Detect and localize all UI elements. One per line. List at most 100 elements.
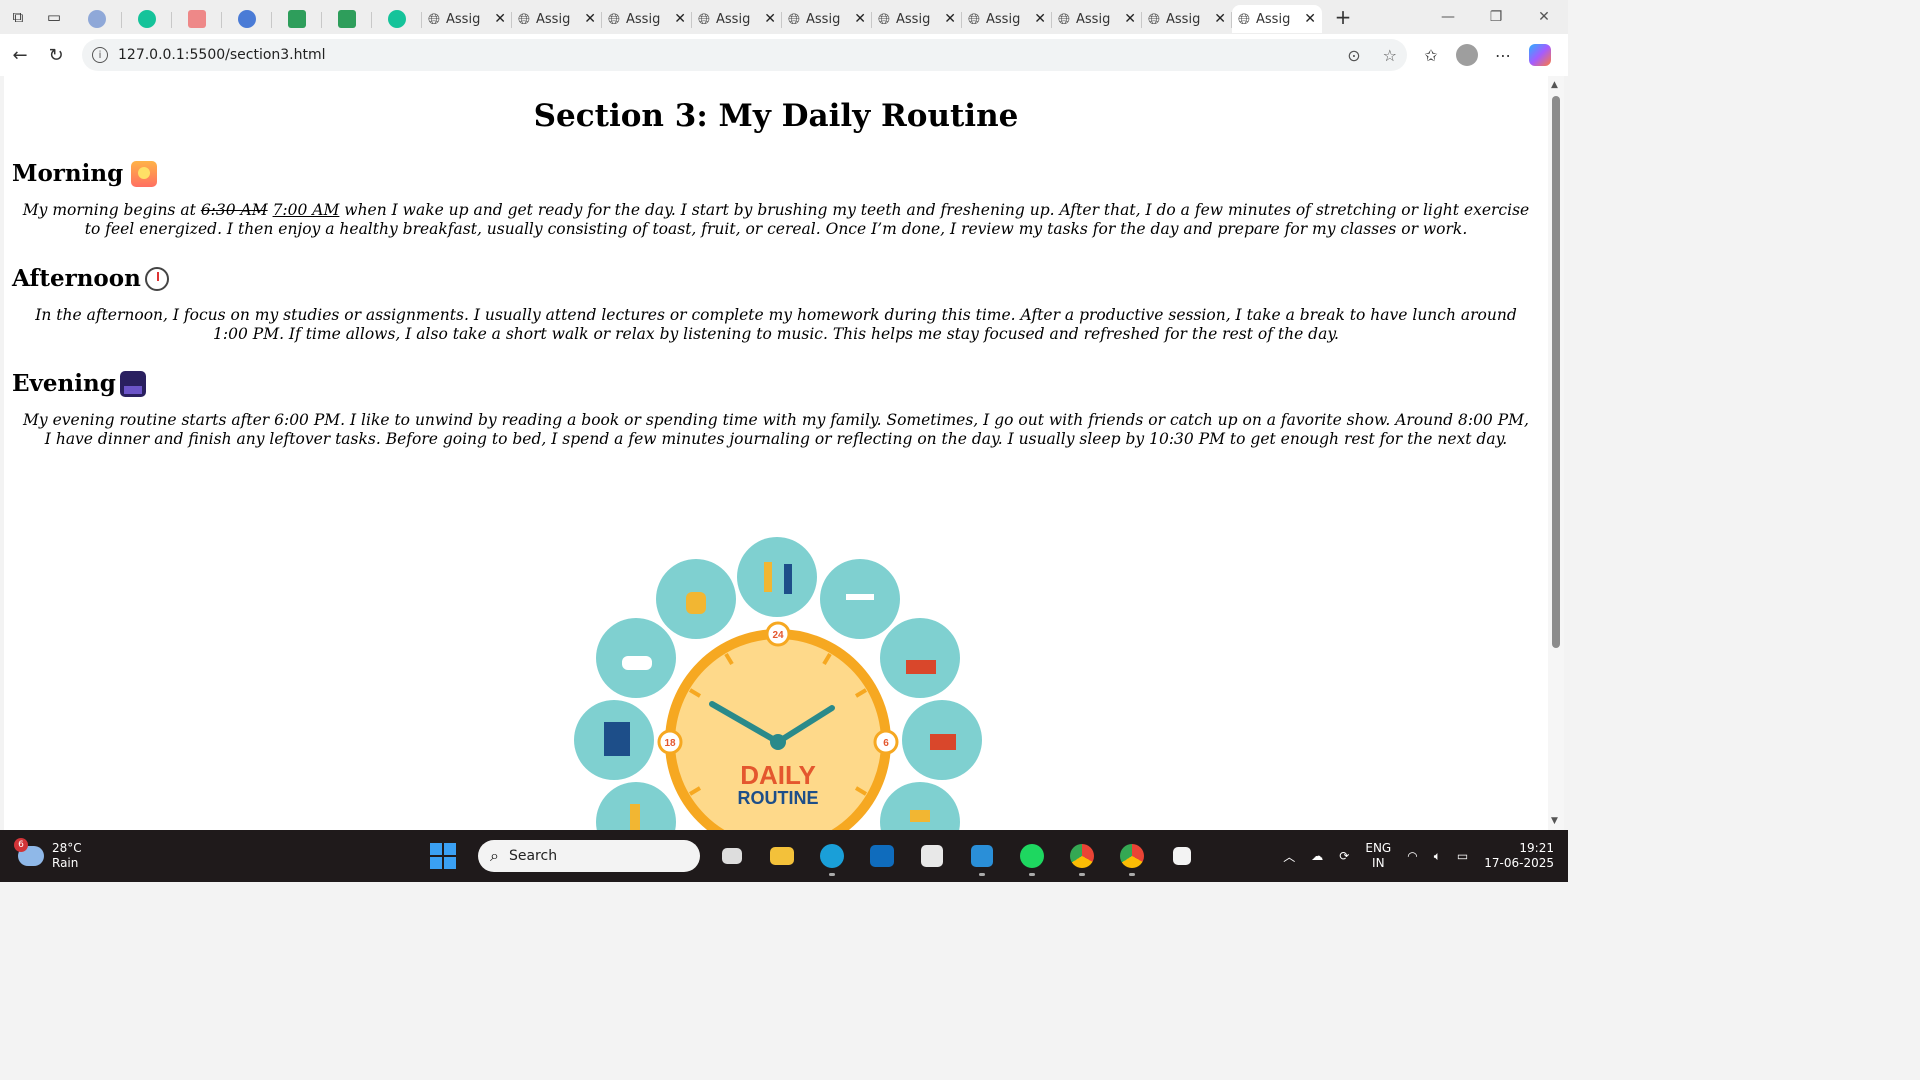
battery-icon[interactable]: ▭	[1457, 849, 1468, 863]
taskbar-search[interactable]: ⌕ Search	[478, 840, 700, 872]
clock-icon	[144, 266, 169, 291]
tab-assignment-9[interactable]: 🌐︎ Assig ✕	[1142, 5, 1232, 33]
scrollbar-thumb[interactable]	[1552, 96, 1560, 648]
pinned-tab-1[interactable]	[72, 5, 122, 33]
tab-assignment-7[interactable]: 🌐︎ Assig ✕	[962, 5, 1052, 33]
mark-6-label: 6	[883, 738, 889, 749]
tab-assignment-2[interactable]: 🌐︎ Assig ✕	[512, 5, 602, 33]
vscode-icon[interactable]	[964, 838, 1000, 876]
edge-icon[interactable]	[814, 838, 850, 876]
page-scrollbar[interactable]: ▲ ▼	[1548, 76, 1564, 830]
new-tab-button[interactable]: +	[1326, 3, 1360, 31]
search-icon: ⌕	[490, 846, 499, 865]
browser-toolbar: ← ↻ i 127.0.0.1:5500/section3.html ⊙ ☆ ✩…	[0, 34, 1568, 76]
tab-assignment-4[interactable]: 🌐︎ Assig ✕	[692, 5, 782, 33]
tab-assignment-6[interactable]: 🌐︎ Assig ✕	[872, 5, 962, 33]
outlook-icon[interactable]	[864, 838, 900, 874]
close-tab-icon[interactable]: ✕	[494, 11, 506, 27]
chrome-profile-icon[interactable]	[1114, 838, 1150, 876]
scroll-down-icon[interactable]: ▼	[1551, 816, 1558, 826]
globe-icon: 🌐︎	[1148, 10, 1161, 28]
reload-icon[interactable]: ↻	[38, 37, 74, 73]
globe-icon: 🌐︎	[1238, 10, 1251, 28]
chrome-icon[interactable]	[1064, 838, 1100, 876]
globe-icon: 🌐︎	[788, 10, 801, 28]
workspaces-icon[interactable]: ⧉	[0, 0, 36, 34]
evening-heading: Evening	[12, 370, 1548, 397]
pinned-tab-4[interactable]	[222, 5, 272, 33]
tab-assignment-3[interactable]: 🌐︎ Assig ✕	[602, 5, 692, 33]
pinned-tab-3[interactable]	[172, 5, 222, 33]
close-tab-icon[interactable]: ✕	[1124, 11, 1136, 27]
volume-icon[interactable]: 🔈︎	[1434, 849, 1441, 864]
favorites-icon[interactable]: ✩	[1413, 37, 1449, 73]
tab-assignment-8[interactable]: 🌐︎ Assig ✕	[1052, 5, 1142, 33]
sync-icon[interactable]: ⟳	[1339, 849, 1349, 863]
weather-desc: Rain	[52, 856, 79, 870]
close-tab-icon[interactable]: ✕	[764, 11, 776, 27]
spotify-icon[interactable]	[1014, 838, 1050, 876]
morning-heading-text: Morning	[12, 160, 124, 187]
tab-assignment-5[interactable]: 🌐︎ Assig ✕	[782, 5, 872, 33]
tray-overflow-icon[interactable]: ︿	[1283, 848, 1295, 865]
back-icon[interactable]: ←	[2, 37, 38, 73]
favorite-star-icon[interactable]: ☆	[1383, 46, 1397, 65]
page-viewport: Section 3: My Daily Routine Morning My m…	[4, 76, 1548, 830]
tab-label: Assig	[1076, 11, 1111, 27]
pinned-tab-2[interactable]	[122, 5, 172, 33]
close-tab-icon[interactable]: ✕	[1034, 11, 1046, 27]
clock-time: 19:21	[1519, 841, 1554, 855]
wifi-icon[interactable]: ◠	[1407, 849, 1417, 863]
store-icon[interactable]	[914, 838, 950, 874]
profile-avatar[interactable]	[1456, 44, 1478, 66]
evening-paragraph: My evening routine starts after 6:00 PM.…	[23, 411, 1529, 448]
pinned-tab-6[interactable]	[322, 5, 372, 33]
tab-assignment-1[interactable]: 🌐︎ Assig ✕	[422, 5, 512, 33]
pinned-tab-5[interactable]	[272, 5, 322, 33]
clock-center	[770, 734, 786, 750]
close-tab-icon[interactable]: ✕	[674, 11, 686, 27]
classroom-icon	[288, 10, 306, 28]
grammarly-icon	[388, 10, 406, 28]
clock-mark-24: 24	[765, 621, 791, 647]
weather-widget[interactable]: 6 28°C Rain	[14, 838, 218, 871]
address-bar[interactable]: i 127.0.0.1:5500/section3.html ⊙ ☆	[82, 39, 1407, 71]
window-controls: — ❐ ✕	[1424, 0, 1568, 34]
new-wake-time: 7:00 AM	[272, 201, 340, 219]
afternoon-paragraph: In the afternoon, I focus on my studies …	[35, 306, 1517, 343]
copilot-icon[interactable]	[1529, 44, 1551, 66]
close-tab-icon[interactable]: ✕	[944, 11, 956, 27]
more-menu-icon[interactable]: ⋯	[1485, 37, 1521, 73]
close-tab-icon[interactable]: ✕	[1214, 11, 1226, 27]
tab-actions-icon[interactable]: ▭	[36, 0, 72, 34]
close-tab-icon[interactable]: ✕	[1304, 11, 1316, 27]
file-explorer-icon[interactable]	[764, 838, 800, 874]
daily-routine-illustration: 24 6 18 DAILY ROUTINE	[574, 537, 982, 830]
close-tab-icon[interactable]: ✕	[584, 11, 596, 27]
globe-icon: 🌐︎	[878, 10, 891, 28]
url-text[interactable]: 127.0.0.1:5500/section3.html	[118, 47, 1325, 63]
tab-label: Assig	[896, 11, 931, 27]
task-view-icon[interactable]	[714, 838, 750, 874]
scroll-up-icon[interactable]: ▲	[1551, 80, 1558, 90]
taskbar-clock[interactable]: 19:21 17-06-2025	[1484, 841, 1554, 871]
restore-icon[interactable]: ❐	[1472, 0, 1520, 34]
afternoon-heading: Afternoon	[12, 265, 1548, 292]
close-tab-icon[interactable]: ✕	[854, 11, 866, 27]
tab-label: Assig	[716, 11, 751, 27]
input-language[interactable]: ENG IN	[1365, 841, 1391, 871]
snipping-tool-icon[interactable]	[1164, 838, 1200, 874]
morning-heading: Morning	[12, 160, 1548, 187]
reading-view-icon[interactable]: ⊙	[1347, 46, 1360, 65]
meeting-circle	[737, 537, 817, 617]
system-tray: ︿ ☁ ⟳ ENG IN ◠ 🔈︎ ▭ 19:21 17-06-2025	[1283, 841, 1554, 871]
globe-icon: 🌐︎	[428, 10, 441, 28]
close-window-icon[interactable]: ✕	[1520, 0, 1568, 34]
site-info-icon[interactable]: i	[92, 47, 108, 63]
classroom-icon	[338, 10, 356, 28]
pinned-tab-7[interactable]	[372, 5, 422, 33]
tab-assignment-active[interactable]: 🌐︎ Assig ✕	[1232, 5, 1322, 33]
start-button[interactable]	[430, 843, 456, 869]
minimize-icon[interactable]: —	[1424, 0, 1472, 34]
onedrive-icon[interactable]: ☁	[1311, 849, 1323, 863]
